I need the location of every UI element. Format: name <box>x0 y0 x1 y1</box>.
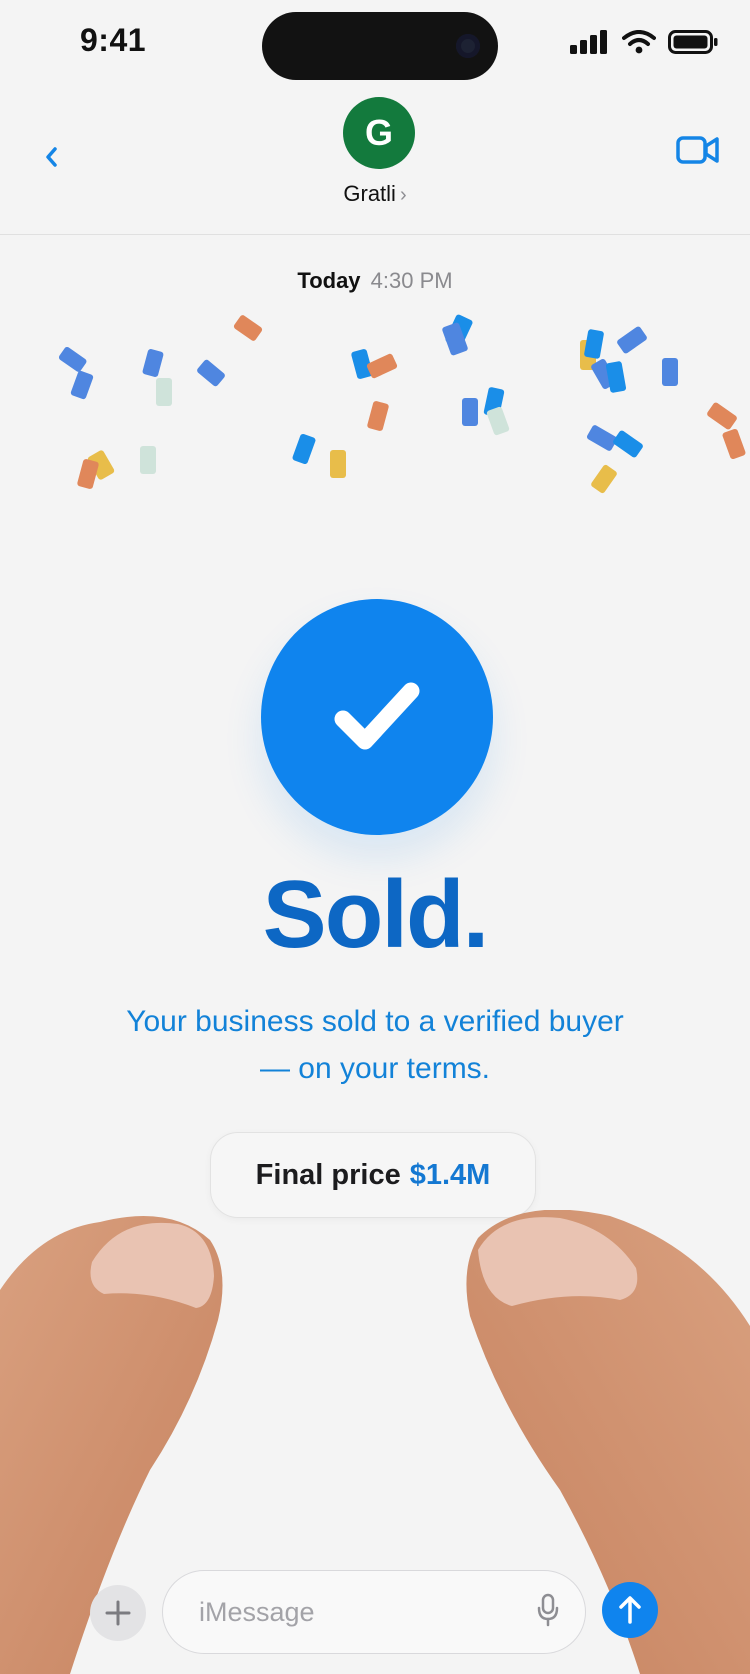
chevron-right-icon: › <box>399 184 407 206</box>
success-check-badge <box>261 599 493 835</box>
video-camera-icon <box>676 136 719 164</box>
chevron-left-icon <box>46 147 57 167</box>
status-icons <box>570 30 718 54</box>
plus-icon <box>105 1600 131 1626</box>
sale-description-line-1: Your business sold to a verified buyer <box>126 1005 624 1038</box>
cellular-signal-icon <box>570 30 607 54</box>
sold-headline: Sold. <box>262 861 490 968</box>
dynamic-island <box>262 12 498 80</box>
imessage-placeholder: iMessage <box>199 1597 315 1627</box>
contact-avatar[interactable]: G <box>343 97 415 169</box>
battery-icon <box>668 30 718 54</box>
microphone-icon[interactable] <box>537 1593 559 1627</box>
confetti-decoration <box>58 314 746 494</box>
facetime-video-button[interactable] <box>676 133 720 167</box>
status-time: 9:41 <box>80 22 147 58</box>
checkmark-icon <box>334 682 420 750</box>
final-price-value: $1.4M <box>409 1158 491 1191</box>
contact-name: Gratli <box>343 181 396 206</box>
conversation-header: G Gratli › <box>0 95 750 235</box>
imessage-input[interactable]: iMessage <box>162 1570 586 1654</box>
contact-name-row[interactable]: Gratli › <box>0 181 750 207</box>
apps-plus-button[interactable] <box>90 1585 146 1641</box>
arrow-up-icon <box>619 1596 641 1624</box>
final-price-label: Final price <box>255 1158 401 1191</box>
sale-description-line-2: — on your terms. <box>259 1052 491 1085</box>
front-camera <box>456 34 480 58</box>
screen: 9:41 G Gratli › Today 4:30 PM Sold. Your… <box>0 0 750 1674</box>
confetti-pieces <box>58 314 746 494</box>
back-button[interactable] <box>36 137 66 177</box>
send-button[interactable] <box>602 1582 658 1638</box>
sale-description: Your business sold to a verified buyer —… <box>80 998 670 1092</box>
wifi-icon <box>622 30 656 54</box>
final-price-pill: Final price $1.4M <box>210 1132 536 1218</box>
